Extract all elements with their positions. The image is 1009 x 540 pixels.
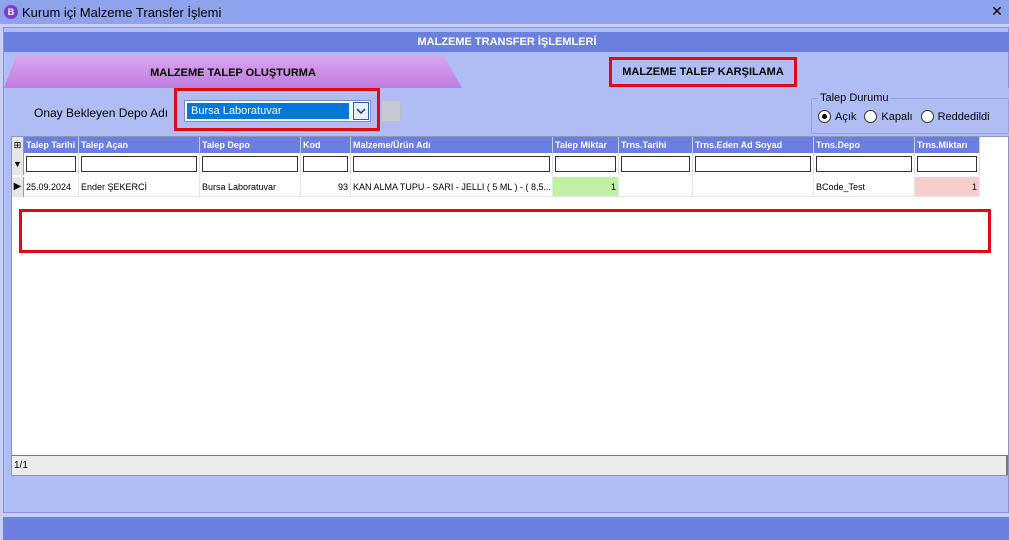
chevron-down-icon[interactable] [353, 102, 369, 120]
cell-kod[interactable]: 93 [301, 177, 351, 197]
depo-select[interactable]: Bursa Laboratuvar [184, 100, 371, 122]
transfer-grid: ⊞ Talep Tarihi Talep Açan Talep Depo Kod… [11, 136, 1009, 476]
filter-talep-tarihi[interactable] [26, 156, 76, 172]
filter-trns-miktari[interactable] [917, 156, 977, 172]
col-trns-miktari[interactable]: Trns.Miktarı [915, 137, 980, 153]
filter-trns-eden[interactable] [695, 156, 811, 172]
filter-talep-depo[interactable] [202, 156, 298, 172]
cell-talep-tarihi[interactable]: 25.09.2024 [24, 177, 79, 197]
radio-acik[interactable]: Açık [818, 110, 856, 123]
current-row-arrow-icon: ▶ [12, 177, 24, 197]
filter-cell [814, 153, 915, 175]
filter-talep-miktar[interactable] [555, 156, 616, 172]
radio-acik-label: Açık [835, 110, 857, 123]
tab-bar: MALZEME TALEP OLUŞTURMA MALZEME TALEP KA… [4, 56, 1009, 88]
col-kod[interactable]: Kod [301, 137, 351, 153]
filter-cell [200, 153, 301, 175]
cell-trns-miktari[interactable]: 1 [915, 177, 980, 197]
col-talep-depo[interactable]: Talep Depo [200, 137, 301, 153]
cell-trns-eden[interactable] [693, 177, 814, 197]
filter-cell [351, 153, 553, 175]
filter-trns-depo[interactable] [816, 156, 912, 172]
filter-icon: ▼ [12, 153, 24, 175]
filter-cell [301, 153, 351, 175]
cell-trns-depo[interactable]: BCode_Test [814, 177, 915, 197]
filter-cell [553, 153, 619, 175]
cell-malzeme[interactable]: KAN ALMA TUPU - SARI - JELLI ( 5 ML ) - … [351, 177, 553, 197]
filter-cell [79, 153, 200, 175]
title-bar: B Kurum içi Malzeme Transfer İşlemi ✕ [0, 0, 1009, 24]
col-trns-eden[interactable]: Trns.Eden Ad Soyad [693, 137, 814, 153]
grid-header-row: ⊞ Talep Tarihi Talep Açan Talep Depo Kod… [12, 137, 980, 153]
talep-durumu-legend: Talep Durumu [818, 92, 891, 104]
col-trns-depo[interactable]: Trns.Depo [814, 137, 915, 153]
filter-cell [693, 153, 814, 175]
radio-kapali[interactable]: Kapalı [864, 110, 913, 123]
talep-durumu-group: Talep Durumu Açık Kapalı Reddedildi [811, 92, 1009, 134]
table-row[interactable]: ▶ 25.09.2024 Ender ŞEKERCİ Bursa Laborat… [12, 177, 980, 197]
radio-reddedildi-label: Reddedildi [937, 110, 990, 123]
filter-cell [619, 153, 693, 175]
cell-talep-miktar[interactable]: 1 [553, 177, 619, 197]
section-title: MALZEME TRANSFER İŞLEMLERİ [4, 32, 1009, 52]
filter-cell [915, 153, 980, 175]
radio-acik-dot[interactable] [818, 110, 831, 123]
radio-kapali-label: Kapalı [881, 110, 913, 123]
cell-trns-tarihi[interactable] [619, 177, 693, 197]
tab-create-label: MALZEME TALEP OLUŞTURMA [150, 67, 316, 79]
col-trns-tarihi[interactable]: Trns.Tarihi [619, 137, 693, 153]
window-title: Kurum içi Malzeme Transfer İşlemi [22, 4, 222, 20]
bottom-status-bar [3, 517, 1009, 540]
depo-selected-value: Bursa Laboratuvar [187, 103, 349, 119]
filter-cell [24, 153, 79, 175]
filter-malzeme[interactable] [353, 156, 550, 172]
filter-trns-tarihi[interactable] [621, 156, 690, 172]
filter-talep-acan[interactable] [81, 156, 197, 172]
radio-reddedildi-dot[interactable] [920, 110, 934, 123]
accept-panel: Onay Bekleyen Depo Adı Bursa Laboratuvar… [4, 88, 1009, 476]
col-talep-acan[interactable]: Talep Açan [79, 137, 200, 153]
col-malzeme[interactable]: Malzeme/Ürün Adı [351, 137, 553, 153]
grid-filter-row: ▼ [12, 153, 980, 175]
radio-reddedildi[interactable]: Reddedildi [920, 110, 990, 123]
cell-talep-depo[interactable]: Bursa Laboratuvar [200, 177, 301, 197]
tab-accept-label: MALZEME TALEP KARŞILAMA [609, 57, 797, 87]
column-chooser-icon[interactable]: ⊞ [12, 137, 24, 153]
filter-kod[interactable] [303, 156, 348, 172]
app-logo-icon: B [4, 5, 18, 19]
grid-record-counter: 1/1 [12, 455, 1008, 475]
col-talep-tarihi[interactable]: Talep Tarihi [24, 137, 79, 153]
disabled-button [381, 100, 401, 122]
tab-malzeme-talep-karsilama[interactable]: MALZEME TALEP KARŞILAMA [462, 56, 932, 88]
cell-talep-acan[interactable]: Ender ŞEKERCİ [79, 177, 200, 197]
col-talep-miktar[interactable]: Talep Miktar [553, 137, 619, 153]
depo-label: Onay Bekleyen Depo Adı [34, 106, 169, 120]
radio-kapali-dot[interactable] [864, 110, 878, 123]
status-radio-row: Açık Kapalı Reddedildi [818, 110, 990, 123]
tab-malzeme-talep-olusturma[interactable]: MALZEME TALEP OLUŞTURMA [4, 56, 462, 88]
close-button[interactable]: ✕ [989, 3, 1005, 19]
main-frame: MALZEME TRANSFER İŞLEMLERİ MALZEME TALEP… [3, 27, 1009, 513]
